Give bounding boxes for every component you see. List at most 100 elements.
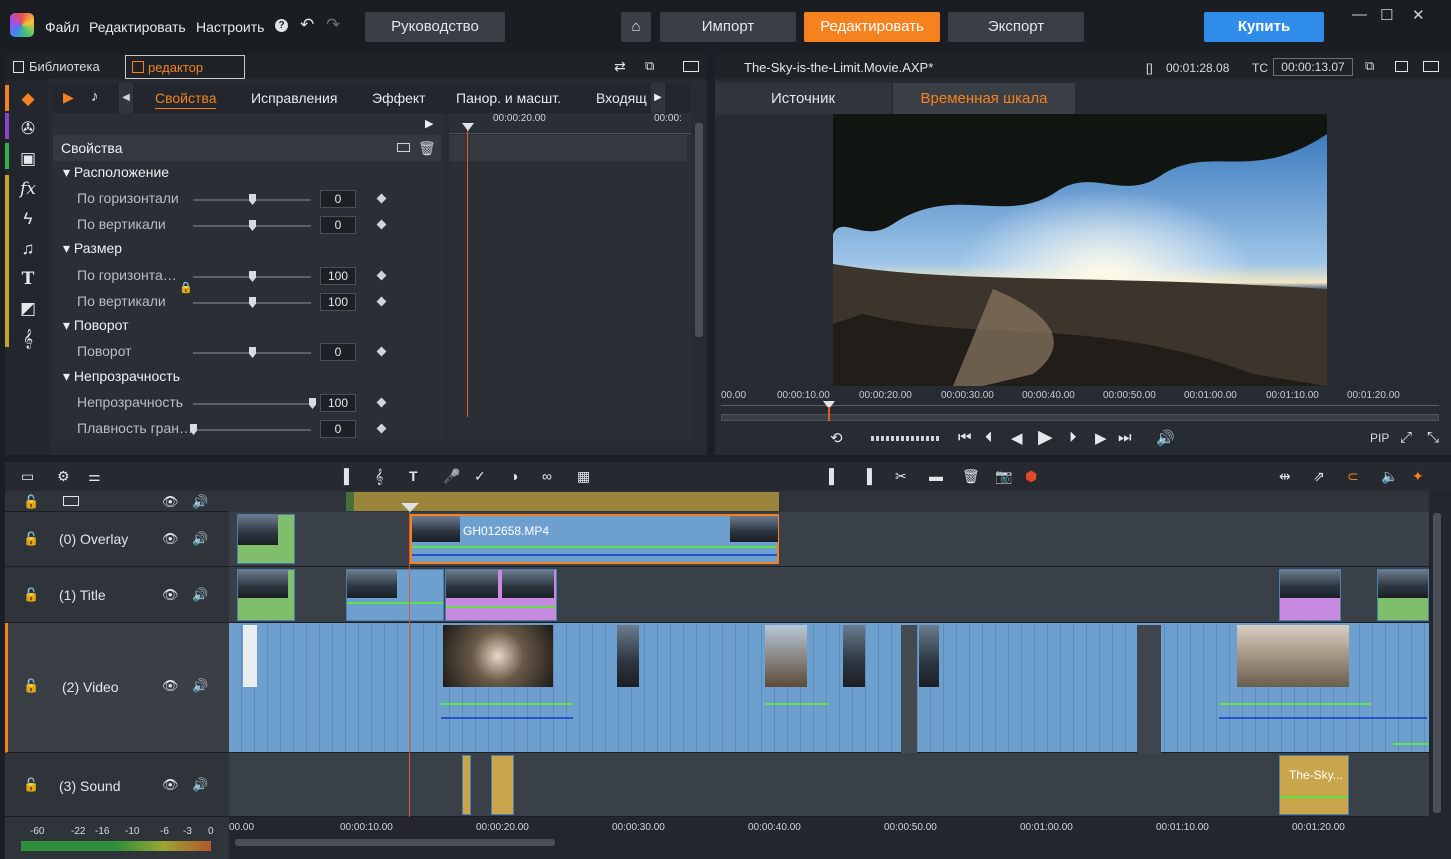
fast-forward-icon[interactable]: ▶ — [1095, 429, 1107, 447]
marker-next-icon[interactable]: ▐ — [862, 468, 872, 484]
size-y-input[interactable]: 100 — [320, 293, 356, 311]
buy-button[interactable]: Купить — [1204, 12, 1324, 42]
guide-button[interactable]: Руководство — [365, 12, 505, 42]
keyframe-icon[interactable] — [376, 346, 387, 357]
lock-icon[interactable]: 🔓 — [23, 777, 39, 793]
text-icon[interactable]: T — [13, 265, 43, 293]
tab-corrections[interactable]: Исправления — [251, 90, 337, 106]
tab-library[interactable]: Библиотека — [7, 55, 123, 79]
keyframe-timeline[interactable]: 00:00:20.00 00:00: — [449, 113, 703, 503]
mini-vscrollbar[interactable] — [695, 123, 703, 337]
import-button[interactable]: Импорт — [660, 12, 796, 42]
pos-x-slider[interactable] — [193, 194, 311, 205]
menu-edit[interactable]: Редактировать — [89, 19, 186, 35]
track-layout-icon[interactable]: ▭ — [21, 468, 34, 485]
opacity-slider[interactable] — [193, 398, 316, 409]
layers-icon[interactable]: ◆ — [13, 85, 43, 113]
slider-thumb[interactable] — [249, 347, 256, 358]
visibility-icon[interactable]: 👁 — [162, 531, 179, 547]
popout-icon[interactable] — [1395, 61, 1408, 72]
split-icon[interactable]: ✂ — [895, 468, 907, 485]
track-header-video[interactable]: 🔓 (2) Video 👁 🔊 — [5, 623, 229, 753]
pos-y-input[interactable]: 0 — [320, 216, 356, 234]
lock-icon[interactable]: 🔓 — [23, 587, 39, 603]
opacity-input[interactable]: 100 — [320, 394, 356, 412]
edge-softness-slider[interactable] — [190, 424, 311, 435]
lock-icon[interactable]: 🔓 — [23, 531, 39, 547]
export-button[interactable]: Экспорт — [948, 12, 1084, 42]
slider-thumb[interactable] — [249, 220, 256, 231]
tab-source[interactable]: Источник — [715, 83, 891, 115]
save-preset-icon[interactable] — [397, 143, 410, 152]
tab-properties[interactable]: Свойства — [155, 90, 217, 109]
image-icon[interactable]: ▦ — [577, 468, 590, 485]
minimize-icon[interactable]: — — [1352, 6, 1367, 23]
title-icon[interactable]: T — [409, 468, 418, 484]
layout-toggle-icon[interactable] — [1423, 61, 1439, 72]
title-clip[interactable] — [1377, 569, 1429, 621]
preview-ruler[interactable]: 00.00 00:00:10.00 00:00:20.00 00:00:30.0… — [715, 387, 1451, 427]
mute-icon[interactable]: 🔊 — [192, 777, 208, 793]
group-opacity[interactable]: ▾ Непрозрачность — [63, 368, 180, 385]
mini-playhead[interactable] — [467, 127, 468, 417]
overlay-clip-main[interactable]: GH012658.MP4 — [410, 514, 779, 564]
crop-icon[interactable]: ⤡ — [1427, 429, 1439, 446]
home-button[interactable]: ⌂ — [621, 12, 651, 42]
mini-playhead-handle[interactable] — [462, 123, 474, 131]
visibility-icon[interactable]: 👁 — [162, 587, 179, 603]
keyframe-icon[interactable] — [376, 193, 387, 204]
menu-file[interactable]: Файл — [45, 19, 79, 35]
microphone-icon[interactable]: 🎤 — [443, 468, 460, 485]
overlay-icon[interactable]: ◩ — [13, 295, 43, 323]
undo-icon[interactable]: ↶ — [300, 15, 314, 35]
tabs-scroll-left-icon[interactable]: ◀ — [119, 83, 133, 113]
group-size[interactable]: ▾ Размер — [63, 240, 122, 257]
keyframe-icon[interactable] — [376, 423, 387, 434]
go-to-start-icon[interactable]: ⏮ — [958, 429, 972, 446]
fx-icon[interactable]: fx — [13, 175, 43, 203]
ripple-icon[interactable]: ⇗ — [1313, 468, 1325, 485]
size-x-slider[interactable] — [193, 271, 311, 282]
size-x-input[interactable]: 100 — [320, 267, 356, 285]
keyframe-icon[interactable] — [376, 219, 387, 230]
prev-frame-icon[interactable]: ⏴ — [985, 429, 993, 446]
slider-thumb[interactable] — [249, 297, 256, 308]
menu-settings[interactable]: Настроить — [196, 19, 264, 35]
track-header-sound[interactable]: 🔓 (3) Sound 👁 🔊 — [5, 753, 229, 817]
timecode-field[interactable]: 00:00:13.07 — [1273, 58, 1353, 76]
group-position[interactable]: ▾ Расположение — [63, 164, 169, 181]
audio-mixer-icon[interactable]: ⚌ — [88, 468, 101, 485]
size-y-slider[interactable] — [193, 297, 311, 308]
score-icon[interactable]: 𝄞 — [375, 468, 383, 485]
maximize-icon[interactable]: ☐ — [1380, 6, 1393, 24]
pip-button[interactable]: PIP — [1370, 431, 1389, 445]
fullscreen-icon[interactable]: ⧉ — [1365, 58, 1374, 74]
settings-gear-icon[interactable]: ⚙ — [57, 468, 70, 485]
expand-arrow-icon[interactable]: ▶ — [425, 117, 433, 130]
title-clip[interactable] — [445, 569, 557, 621]
sound-clip[interactable] — [491, 755, 514, 815]
timeline-playhead-handle[interactable] — [401, 503, 419, 512]
rewind-icon[interactable]: ◀ — [1011, 429, 1023, 447]
music-icon[interactable]: ♫ — [13, 235, 43, 263]
mute-icon[interactable]: 🔊 — [192, 587, 208, 603]
marker-color-icon[interactable]: ⬢ — [1025, 468, 1037, 485]
trim-icon[interactable]: ⇹ — [1279, 468, 1291, 485]
visibility-icon[interactable]: 👁 — [162, 777, 179, 793]
track-header-title[interactable]: 🔓 (1) Title 👁 🔊 — [5, 567, 229, 623]
edit-mode-button[interactable]: Редактировать — [804, 12, 940, 42]
audio-icon[interactable]: ♪ — [91, 88, 99, 105]
group-rotation[interactable]: ▾ Поворот — [63, 317, 129, 334]
aspect-lock-icon[interactable]: 🔒 — [179, 281, 193, 294]
monitor-icon[interactable] — [63, 496, 79, 506]
timeline-vscrollbar[interactable] — [1433, 513, 1441, 813]
help-icon[interactable]: ? — [275, 19, 288, 32]
fullscreen-preview-icon[interactable]: ⤢ — [1400, 429, 1412, 446]
trash-icon[interactable]: 🗑 — [962, 468, 980, 485]
volume-icon[interactable]: 🔊 — [1156, 429, 1175, 447]
timeline-ruler[interactable]: 00.00 00:00:10.00 00:00:20.00 00:00:30.0… — [229, 817, 1429, 859]
delete-icon[interactable]: 🗑 — [418, 135, 436, 161]
tab-pan-zoom[interactable]: Панор. и масшт. — [456, 90, 561, 106]
sound-clip[interactable]: The-Sky... — [1279, 755, 1349, 815]
transitions-icon[interactable]: ∞ — [542, 468, 552, 484]
